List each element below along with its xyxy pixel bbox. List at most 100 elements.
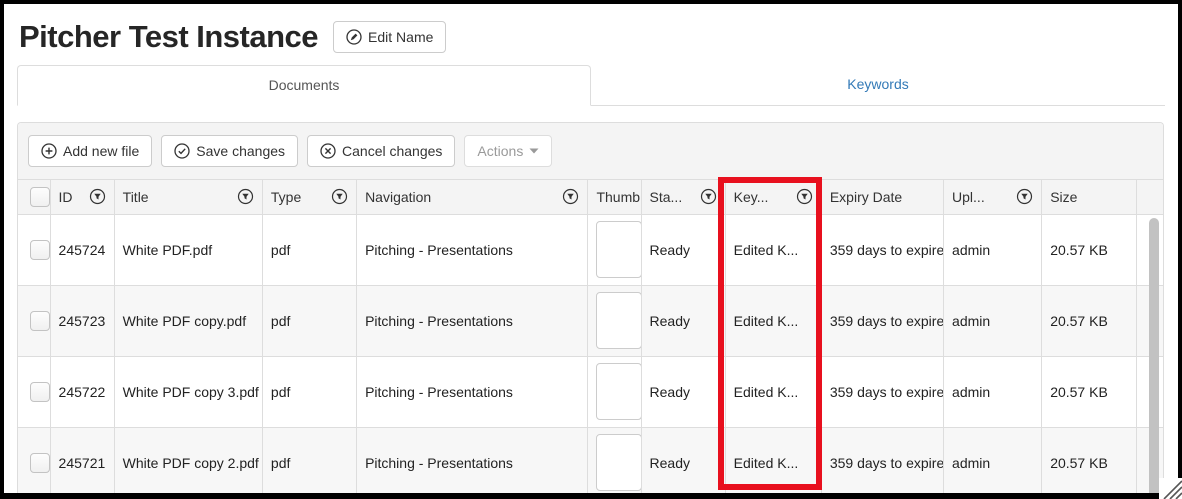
cell-title: White PDF copy 3.pdf xyxy=(114,356,262,427)
select-all-checkbox[interactable] xyxy=(30,187,50,207)
header-expiry-date-label: Expiry Date xyxy=(830,189,902,205)
cell-navigation: Pitching - Presentations xyxy=(357,285,588,356)
edit-name-button[interactable]: Edit Name xyxy=(333,21,446,53)
header-status-label: Sta... xyxy=(650,189,683,205)
cell-expiry: 359 days to expire xyxy=(821,285,943,356)
tab-bar: Documents Keywords xyxy=(17,65,1165,106)
cell-size: 20.57 KB xyxy=(1042,356,1137,427)
cell-uploader: admin xyxy=(944,214,1042,285)
filter-icon[interactable] xyxy=(1016,188,1033,205)
pdf-thumbnail xyxy=(596,434,641,491)
cell-size: 20.57 KB xyxy=(1042,427,1137,493)
cell-thumb xyxy=(588,214,641,285)
header-select-all xyxy=(18,180,50,214)
page-header: Pitcher Test Instance Edit Name xyxy=(19,19,1165,55)
header-type-label: Type xyxy=(271,189,301,205)
documents-panel: Add new file Save changes xyxy=(17,122,1164,493)
save-changes-button[interactable]: Save changes xyxy=(161,135,298,167)
header-thumb-label: Thumb xyxy=(596,189,640,205)
tab-documents[interactable]: Documents xyxy=(17,65,591,106)
filter-icon[interactable] xyxy=(562,188,579,205)
cell-title: White PDF copy 2.pdf xyxy=(114,427,262,493)
add-new-file-button[interactable]: Add new file xyxy=(28,135,152,167)
cell-navigation: Pitching - Presentations xyxy=(357,427,588,493)
cell-select xyxy=(18,214,50,285)
app-canvas: Pitcher Test Instance Edit Name Document… xyxy=(4,4,1178,493)
filter-icon[interactable] xyxy=(700,188,717,205)
filter-icon[interactable] xyxy=(237,188,254,205)
header-title: Title xyxy=(114,180,262,214)
cell-keywords: Edited K... xyxy=(725,214,821,285)
cell-select xyxy=(18,427,50,493)
filter-icon[interactable] xyxy=(89,188,106,205)
cell-status: Ready xyxy=(641,285,725,356)
cell-thumb xyxy=(588,285,641,356)
row-checkbox[interactable] xyxy=(30,382,50,402)
cell-expiry: 359 days to expire xyxy=(821,356,943,427)
cell-keywords: Edited K... xyxy=(725,285,821,356)
cell-type: pdf xyxy=(262,356,356,427)
cell-type: pdf xyxy=(262,214,356,285)
row-checkbox[interactable] xyxy=(30,453,50,473)
header-row: ID Title Type xyxy=(18,180,1163,214)
page-title: Pitcher Test Instance xyxy=(19,19,318,55)
cell-id: 245723 xyxy=(50,285,114,356)
cell-expiry: 359 days to expire xyxy=(821,214,943,285)
table-row: 245721 White PDF copy 2.pdf pdf Pitching… xyxy=(18,427,1163,493)
header-keywords: Key... xyxy=(725,180,821,214)
header-type: Type xyxy=(262,180,356,214)
cell-thumb xyxy=(588,356,641,427)
toolbar: Add new file Save changes xyxy=(18,123,1163,180)
table-row: 245722 White PDF copy 3.pdf pdf Pitching… xyxy=(18,356,1163,427)
cell-id: 245724 xyxy=(50,214,114,285)
cell-uploader: admin xyxy=(944,427,1042,493)
add-new-file-label: Add new file xyxy=(63,143,139,159)
header-size-label: Size xyxy=(1050,189,1077,205)
pdf-thumbnail xyxy=(596,292,641,349)
actions-dropdown-button[interactable]: Actions xyxy=(464,135,552,167)
cancel-changes-button[interactable]: Cancel changes xyxy=(307,135,455,167)
header-size: Size xyxy=(1042,180,1137,214)
cell-status: Ready xyxy=(641,356,725,427)
cell-title: White PDF.pdf xyxy=(114,214,262,285)
header-uploader-label: Upl... xyxy=(952,189,985,205)
plus-circle-icon xyxy=(41,143,57,159)
header-id-label: ID xyxy=(59,189,73,205)
tab-documents-label: Documents xyxy=(269,77,340,93)
header-thumb: Thumb xyxy=(588,180,641,214)
table-row: 245723 White PDF copy.pdf pdf Pitching -… xyxy=(18,285,1163,356)
vertical-scrollbar[interactable] xyxy=(1149,218,1159,493)
header-expiry-date: Expiry Date xyxy=(821,180,943,214)
caret-down-icon xyxy=(529,148,539,154)
cell-size: 20.57 KB xyxy=(1042,285,1137,356)
pdf-thumbnail xyxy=(596,363,641,420)
cell-status: Ready xyxy=(641,427,725,493)
cell-title: White PDF copy.pdf xyxy=(114,285,262,356)
cell-type: pdf xyxy=(262,285,356,356)
pencil-circle-icon xyxy=(346,29,362,45)
cell-uploader: admin xyxy=(944,356,1042,427)
table-row: 245724 White PDF.pdf pdf Pitching - Pres… xyxy=(18,214,1163,285)
row-checkbox[interactable] xyxy=(30,311,50,331)
cell-status: Ready xyxy=(641,214,725,285)
cell-expiry: 359 days to expire xyxy=(821,427,943,493)
window-frame: Pitcher Test Instance Edit Name Document… xyxy=(0,0,1182,499)
header-scroll-gutter xyxy=(1137,180,1163,214)
pdf-thumbnail xyxy=(596,221,641,278)
header-keywords-label: Key... xyxy=(734,189,769,205)
cell-thumb xyxy=(588,427,641,493)
cell-id: 245721 xyxy=(50,427,114,493)
check-circle-icon xyxy=(174,143,190,159)
header-navigation: Navigation xyxy=(357,180,588,214)
header-uploader: Upl... xyxy=(944,180,1042,214)
filter-icon[interactable] xyxy=(796,188,813,205)
resize-grip-icon[interactable] xyxy=(1159,478,1182,499)
filter-icon[interactable] xyxy=(331,188,348,205)
row-checkbox[interactable] xyxy=(30,240,50,260)
tab-keywords[interactable]: Keywords xyxy=(591,65,1165,105)
header-title-label: Title xyxy=(123,189,149,205)
cell-id: 245722 xyxy=(50,356,114,427)
cell-navigation: Pitching - Presentations xyxy=(357,356,588,427)
header-navigation-label: Navigation xyxy=(365,189,431,205)
edit-name-label: Edit Name xyxy=(368,29,433,45)
